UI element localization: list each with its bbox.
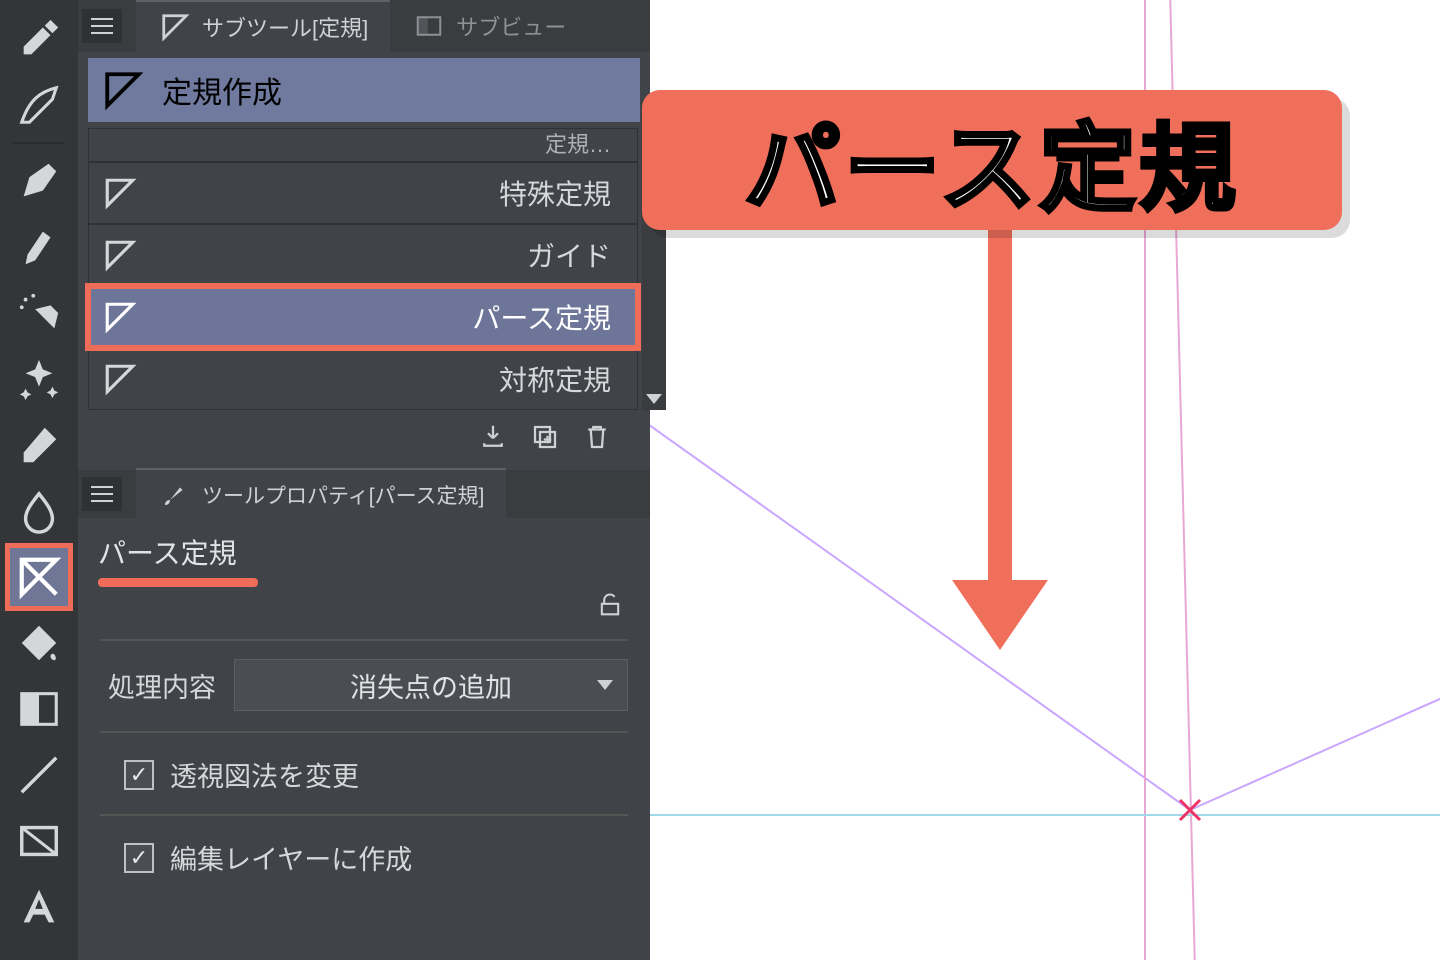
option-create-on-edit-layer[interactable]: 編集レイヤーに作成 xyxy=(124,838,650,877)
subtool-label: 特殊定規 xyxy=(151,173,611,213)
panel-menu-button[interactable] xyxy=(82,477,122,511)
duplicate-icon xyxy=(530,422,560,452)
line-icon xyxy=(16,752,62,798)
tab-subview-label: サブビュー xyxy=(456,10,566,42)
ruler-icon xyxy=(103,300,137,334)
brush-icon xyxy=(158,480,192,510)
airbrush-icon xyxy=(16,290,62,336)
panel-menu-button[interactable] xyxy=(82,9,122,43)
lock-row xyxy=(78,587,650,619)
curve-pen-tool[interactable] xyxy=(8,74,70,136)
subtool-item-special[interactable]: 特殊定規 xyxy=(88,162,638,224)
tab-subtool[interactable]: サブツール[定規] xyxy=(136,0,390,52)
delete-subtool-button[interactable] xyxy=(578,420,616,454)
text-icon xyxy=(16,884,62,930)
option-label: 透視図法を変更 xyxy=(170,755,359,794)
frame-icon xyxy=(16,818,62,864)
duplicate-subtool-button[interactable] xyxy=(526,420,564,454)
pen-tool[interactable] xyxy=(8,150,70,212)
divider xyxy=(100,731,628,733)
import-subtool-button[interactable] xyxy=(474,420,512,454)
subtool-item-guide[interactable]: ガイド xyxy=(88,224,638,286)
eyedropper-tool[interactable] xyxy=(8,8,70,70)
tab-subview[interactable]: サブビュー xyxy=(390,0,588,52)
tool-property-tab-bar: ツールプロパティ[パース定規] xyxy=(78,470,650,518)
unlock-icon[interactable] xyxy=(596,591,624,619)
text-tool[interactable] xyxy=(8,876,70,938)
blend-tool[interactable] xyxy=(8,480,70,542)
subtool-tab-bar: サブツール[定規] サブビュー xyxy=(78,0,650,52)
subview-icon xyxy=(412,11,446,41)
gradient-icon xyxy=(16,686,62,732)
toolbar-separator xyxy=(13,142,65,144)
gradient-tool[interactable] xyxy=(8,678,70,740)
subtool-actions xyxy=(78,410,650,464)
ruler-tool[interactable] xyxy=(8,546,70,608)
subtool-item-perspective[interactable]: パース定規 xyxy=(88,286,638,348)
subtool-category[interactable]: 定規作成 xyxy=(88,58,640,122)
annotation-text: パース定規 xyxy=(744,91,1239,230)
tab-tool-property[interactable]: ツールプロパティ[パース定規] xyxy=(136,468,506,520)
subtool-label: ガイド xyxy=(151,235,611,275)
marker-icon xyxy=(16,224,62,270)
subtool-list: 定規… 特殊定規 ガイド パース定規 対称定規 xyxy=(88,128,638,410)
curve-pen-icon xyxy=(16,82,62,128)
subtool-label: パース定規 xyxy=(151,297,611,337)
airbrush-tool[interactable] xyxy=(8,282,70,344)
chevron-down-icon xyxy=(597,680,613,690)
tab-subtool-label: サブツール[定規] xyxy=(202,11,368,43)
subtool-item-symmetry[interactable]: 対称定規 xyxy=(88,348,638,410)
process-label: 処理内容 xyxy=(108,666,216,705)
ruler-icon xyxy=(158,12,192,42)
ruler-icon xyxy=(103,176,137,210)
side-panel: サブツール[定規] サブビュー 定規作成 定規… 特殊定規 ガイド パース定規 xyxy=(78,0,650,960)
pen-icon xyxy=(16,158,62,204)
fill-icon xyxy=(16,620,62,666)
ruler-icon xyxy=(103,238,137,272)
tool-property-tab-label: ツールプロパティ[パース定規] xyxy=(202,480,484,510)
annotation-underline xyxy=(98,578,258,587)
process-select[interactable]: 消失点の追加 xyxy=(234,659,628,711)
checkbox-checked-icon xyxy=(124,760,154,790)
process-row: 処理内容 消失点の追加 xyxy=(108,659,628,711)
category-label: 定規作成 xyxy=(162,68,282,112)
marker-tool[interactable] xyxy=(8,216,70,278)
subtool-item-truncated[interactable]: 定規… xyxy=(88,128,638,162)
option-change-perspective[interactable]: 透視図法を変更 xyxy=(124,755,650,794)
ruler-icon xyxy=(102,69,144,111)
divider xyxy=(100,639,628,641)
main-toolbar xyxy=(0,0,78,960)
blend-icon xyxy=(16,488,62,534)
eraser-icon xyxy=(16,422,62,468)
ruler-icon xyxy=(103,362,137,396)
process-value: 消失点の追加 xyxy=(350,666,512,705)
arrow-down-icon xyxy=(952,580,1048,650)
decoration-icon xyxy=(16,356,62,402)
import-icon xyxy=(478,422,508,452)
eraser-tool[interactable] xyxy=(8,414,70,476)
option-label: 編集レイヤーに作成 xyxy=(170,838,412,877)
subtool-label: 定規… xyxy=(103,127,611,159)
subtool-label: 対称定規 xyxy=(151,359,611,399)
annotation-arrow xyxy=(965,230,1035,650)
trash-icon xyxy=(582,422,612,452)
frame-tool[interactable] xyxy=(8,810,70,872)
ruler-icon xyxy=(16,554,62,600)
annotation-callout: パース定規 xyxy=(642,90,1342,230)
checkbox-checked-icon xyxy=(124,843,154,873)
line-tool[interactable] xyxy=(8,744,70,806)
divider xyxy=(100,814,628,816)
decoration-tool[interactable] xyxy=(8,348,70,410)
tool-property-name: パース定規 xyxy=(98,532,650,572)
eyedropper-icon xyxy=(16,16,62,62)
scroll-down-icon xyxy=(646,394,662,404)
fill-tool[interactable] xyxy=(8,612,70,674)
